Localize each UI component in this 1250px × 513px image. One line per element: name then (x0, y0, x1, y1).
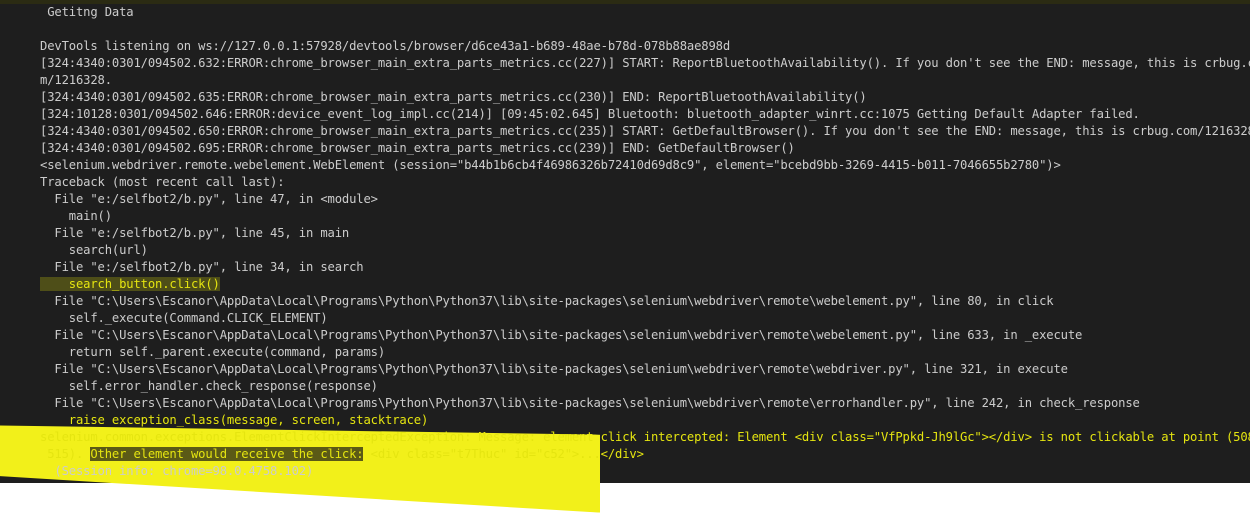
terminal-line: selenium.common.exceptions.ElementClickI… (40, 430, 1250, 444)
terminal-line: File "e:/selfbot2/b.py", line 47, in <mo… (40, 192, 378, 206)
terminal-line: [324:4340:0301/094502.632:ERROR:chrome_b… (40, 56, 1250, 70)
terminal-line: self.error_handler.check_response(respon… (40, 379, 378, 393)
terminal-line: [324:4340:0301/094502.635:ERROR:chrome_b… (40, 90, 867, 104)
terminal-line: Traceback (most recent call last): (40, 175, 285, 189)
terminal-line: [324:10128:0301/094502.646:ERROR:device_… (40, 107, 1140, 121)
terminal-line: 515). Other element would receive the cl… (40, 447, 644, 461)
terminal-line: self._execute(Command.CLICK_ELEMENT) (40, 311, 328, 325)
terminal-line: File "C:\Users\Escanor\AppData\Local\Pro… (40, 362, 1068, 376)
truncated-top-line (0, 0, 1250, 4)
terminal-line: DevTools listening on ws://127.0.0.1:579… (40, 39, 730, 53)
terminal-line: main() (40, 209, 112, 223)
terminal-line: File "C:\Users\Escanor\AppData\Local\Pro… (40, 396, 1140, 410)
terminal-line: raise exception_class(message, screen, s… (40, 413, 429, 427)
terminal-line: Getitng Data (40, 5, 134, 19)
terminal-line: File "e:/selfbot2/b.py", line 45, in mai… (40, 226, 350, 240)
terminal-line: [324:4340:0301/094502.650:ERROR:chrome_b… (40, 124, 1250, 138)
terminal-line: File "e:/selfbot2/b.py", line 34, in sea… (40, 260, 364, 274)
terminal-line: [324:4340:0301/094502.695:ERROR:chrome_b… (40, 141, 795, 155)
terminal-line: search_button.click() (40, 276, 220, 293)
terminal-line: File "C:\Users\Escanor\AppData\Local\Pro… (40, 294, 1054, 308)
terminal-line: File "C:\Users\Escanor\AppData\Local\Pro… (40, 328, 1083, 342)
highlighted-call: search_button.click() (40, 277, 220, 291)
terminal-line: search(url) (40, 243, 148, 257)
terminal-line: return self._parent.execute(command, par… (40, 345, 385, 359)
terminal-line: <selenium.webdriver.remote.webelement.We… (40, 158, 1061, 172)
terminal-line: (Session info: chrome=98.0.4758.102) (40, 464, 314, 478)
highlighted-error-fragment: Other element would receive the click: (90, 447, 364, 461)
terminal-line: m/1216328. (40, 73, 112, 87)
